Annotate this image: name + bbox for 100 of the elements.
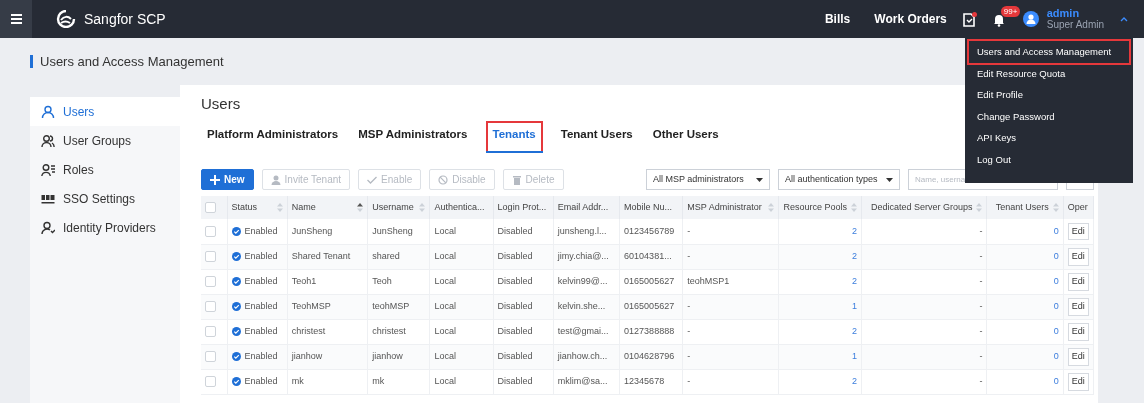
tab[interactable]: MSP Administrators	[356, 121, 470, 154]
table-cell: -	[979, 301, 983, 311]
check-circle-icon	[231, 302, 241, 312]
check-circle-icon	[231, 252, 241, 262]
status-text: Enabled	[244, 325, 278, 338]
count-link[interactable]: 2	[852, 276, 857, 286]
check-circle-icon	[231, 352, 241, 362]
sidebar-item[interactable]: Roles	[30, 155, 180, 184]
tab[interactable]: Other Users	[650, 121, 721, 154]
trash-icon	[511, 174, 522, 185]
toolbar-button[interactable]: New	[201, 169, 254, 191]
table-cell: Disabled	[497, 351, 533, 361]
tab[interactable]: Platform Administrators	[205, 121, 341, 154]
count-link[interactable]: 2	[852, 326, 857, 336]
person-icon	[270, 174, 281, 185]
sidebar-item[interactable]: SSO Settings	[30, 184, 180, 213]
row-checkbox[interactable]	[205, 301, 216, 313]
table-cell: Local	[434, 351, 456, 361]
sidebar-item[interactable]: User Groups	[30, 126, 180, 155]
count-link[interactable]: 0	[1053, 351, 1059, 361]
table-cell: Disabled	[497, 225, 533, 236]
table-cell: -	[979, 225, 983, 236]
bell-icon[interactable]	[992, 12, 1005, 27]
count-link[interactable]: 1	[852, 301, 857, 311]
checkmark-icon	[367, 174, 378, 185]
menu-icon	[10, 14, 22, 24]
filter-dropdown[interactable]: All authentication types	[778, 169, 900, 191]
menu-item[interactable]: Log Out	[969, 148, 1129, 170]
count-link[interactable]: 0	[1053, 225, 1059, 236]
table-cell: Local	[434, 225, 456, 236]
row-checkbox[interactable]	[205, 225, 216, 237]
count-link[interactable]: 2	[852, 225, 857, 236]
edit-button[interactable]: Edi	[1067, 348, 1089, 366]
nav-link[interactable]: Work Orders	[874, 10, 947, 28]
table-cell: kelvin99@...	[557, 276, 608, 286]
column-header[interactable]: Name	[291, 201, 316, 215]
table-cell: 0165005627	[624, 301, 675, 311]
row-checkbox[interactable]	[205, 251, 216, 263]
edit-button[interactable]: Edi	[1067, 323, 1089, 341]
table-cell: 0123456789	[624, 225, 675, 236]
edit-button[interactable]: Edi	[1067, 298, 1089, 316]
table-cell: Disabled	[497, 301, 533, 311]
table-cell: Disabled	[497, 276, 533, 286]
check-circle-icon	[231, 227, 241, 236]
menu-item[interactable]: Users and Access Management	[969, 41, 1129, 63]
table-cell: 0165005627	[624, 276, 675, 286]
person-check-icon	[41, 220, 55, 235]
count-link[interactable]: 0	[1053, 276, 1059, 286]
table-cell: jimy.chia@...	[557, 251, 609, 261]
sidebar-item[interactable]: Identity Providers	[30, 213, 180, 242]
menu-item[interactable]: Change Password	[969, 105, 1129, 127]
edit-button[interactable]: Edi	[1067, 373, 1089, 391]
row-checkbox[interactable]	[205, 276, 216, 288]
document-icon[interactable]	[962, 12, 977, 28]
table-cell: -	[979, 276, 983, 286]
user-name[interactable]: admin	[1046, 7, 1104, 19]
count-link[interactable]: 2	[852, 251, 857, 261]
table-cell: -	[687, 301, 691, 311]
row-checkbox[interactable]	[205, 376, 216, 388]
avatar-icon[interactable]	[1022, 11, 1039, 27]
table-cell: Local	[434, 276, 456, 286]
filter-dropdown[interactable]: All MSP administrators	[646, 169, 770, 191]
tab[interactable]: Tenants	[485, 121, 543, 154]
count-link[interactable]: 0	[1053, 251, 1059, 261]
table-cell: kelvin.she...	[557, 301, 606, 311]
menu-button[interactable]	[0, 0, 32, 38]
count-link[interactable]: 0	[1053, 376, 1059, 386]
table-cell: -	[687, 351, 691, 361]
menu-item[interactable]: Edit Resource Quota	[969, 62, 1129, 84]
edit-button[interactable]: Edi	[1067, 273, 1089, 291]
count-link[interactable]: 2	[852, 376, 857, 386]
table-cell: Disabled	[497, 376, 533, 386]
caret-icon	[886, 177, 893, 182]
tab[interactable]: Tenant Users	[558, 121, 635, 154]
table-cell: JunSheng	[291, 225, 333, 236]
chevron-up-icon[interactable]	[1120, 16, 1128, 22]
status-text: Enabled	[244, 375, 278, 388]
row-checkbox[interactable]	[205, 351, 216, 363]
count-link[interactable]: 1	[852, 351, 857, 361]
edit-button[interactable]: Edi	[1067, 222, 1089, 241]
row-checkbox[interactable]	[205, 326, 216, 338]
sidebar-item[interactable]: Users	[30, 97, 180, 126]
people-icon	[41, 133, 55, 148]
sort-icon[interactable]	[357, 203, 364, 213]
menu-item[interactable]: API Keys	[969, 127, 1129, 149]
edit-button[interactable]: Edi	[1067, 248, 1089, 266]
table-cell: Disabled	[497, 251, 533, 261]
menu-item[interactable]: Edit Profile	[969, 84, 1129, 106]
count-link[interactable]: 0	[1053, 301, 1059, 311]
nav-link[interactable]: Bills	[824, 10, 851, 28]
table-cell: shared	[372, 251, 400, 261]
status-text: Enabled	[244, 250, 278, 263]
select-all-checkbox[interactable]	[205, 202, 216, 214]
table-cell: Disabled	[497, 326, 533, 336]
table-cell: Teoh	[372, 276, 392, 286]
table-cell: -	[979, 376, 983, 386]
count-link[interactable]: 0	[1053, 326, 1059, 336]
table-cell: Local	[434, 251, 456, 261]
table-cell: teohMSP1	[687, 276, 730, 286]
brand-name: Sangfor SCP	[84, 9, 166, 29]
